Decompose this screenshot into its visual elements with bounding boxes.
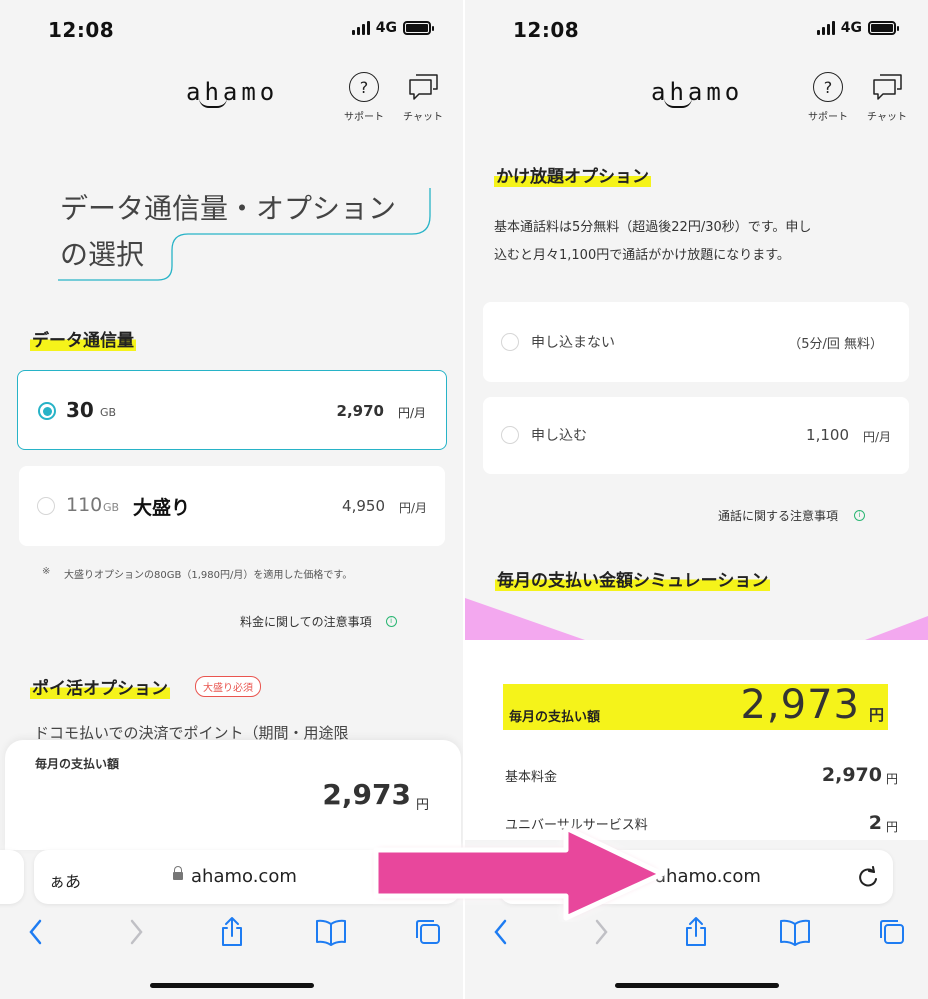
arrow-icon	[373, 825, 665, 921]
page-title: データ通信量・オプション の選択	[60, 186, 396, 278]
row-amount: 2	[868, 812, 882, 834]
simulation-card: 毎月の支払い額 2,973 円 基本料金 2,970 円 ユニバーサルサービス料…	[465, 640, 928, 840]
support-label: サポート	[344, 112, 384, 123]
battery-icon	[403, 21, 434, 35]
plan-unit: GB	[103, 501, 120, 514]
footer-unit: 円	[415, 798, 429, 813]
info-icon: i	[385, 616, 397, 627]
plan-note: 大盛りオプションの80GB（1,980円/月）を適用した価格です。	[64, 570, 353, 581]
plan-30gb-option[interactable]: 30 GB 2,970 円/月	[17, 370, 447, 450]
info-icon: i	[854, 510, 866, 521]
bookmarks-icon[interactable]	[315, 916, 347, 948]
chat-button[interactable]: チャット	[857, 72, 917, 123]
plan-price: 2,970	[336, 402, 384, 420]
plan-unit: GB	[100, 406, 117, 419]
home-indicator	[150, 983, 314, 988]
plan-radio-selected[interactable]	[38, 402, 56, 420]
lock-icon	[173, 866, 183, 882]
footer-amount: 2,973	[322, 778, 411, 811]
bookmarks-icon[interactable]	[779, 916, 811, 948]
kakehodai-section-title: かけ放題オプション	[494, 162, 651, 187]
share-icon[interactable]	[218, 916, 246, 948]
fee-notes-link[interactable]: 料金に関しての注意事項 i	[240, 613, 397, 630]
support-label: サポート	[808, 112, 848, 123]
title-line-2: の選択	[60, 238, 145, 271]
url-text[interactable]: ahamo.com	[191, 866, 297, 887]
option-label: 申し込む	[531, 428, 587, 444]
plan-extra: 大盛り	[133, 497, 191, 519]
chat-label: チャット	[867, 112, 907, 123]
reload-icon[interactable]	[857, 866, 879, 888]
call-option-apply[interactable]: 申し込む 1,100 円/月	[483, 397, 909, 474]
forward-icon[interactable]	[126, 916, 146, 948]
logo-smile	[199, 98, 227, 108]
call-option-none[interactable]: 申し込まない （5分/回 無料）	[483, 302, 909, 382]
status-indicators: 4G	[816, 20, 899, 36]
chat-button[interactable]: チャット	[393, 72, 453, 123]
option-radio[interactable]	[501, 426, 519, 444]
call-notes-link[interactable]: 通話に関する注意事項 i	[718, 507, 866, 524]
status-time: 12:08	[48, 18, 115, 42]
network-label: 4G	[840, 20, 862, 36]
question-icon: ?	[813, 72, 843, 102]
footer-label: 毎月の支払い額	[35, 757, 120, 771]
home-indicator	[615, 983, 779, 988]
option-label: 申し込まない	[531, 335, 615, 351]
status-time: 12:08	[513, 18, 580, 42]
total-unit: 円	[868, 706, 884, 724]
total-amount: 2,973	[740, 682, 860, 728]
status-indicators: 4G	[351, 20, 434, 36]
data-section-title: データ通信量	[30, 326, 136, 351]
pink-decoration	[465, 598, 928, 640]
support-button[interactable]: ? サポート	[798, 72, 858, 123]
simulation-section-title: 毎月の支払い金額シミュレーション	[495, 566, 771, 591]
total-label: 毎月の支払い額	[509, 710, 601, 725]
kakehodai-desc-line-2: 込むと月々1,100円で通話がかけ放題になります。	[494, 248, 790, 263]
network-label: 4G	[375, 20, 397, 36]
plan-amount: 30	[66, 398, 94, 422]
kakehodai-description: 基本通話料は5分無料（超過後22円/30秒）です。申し 込むと月々1,100円で…	[494, 214, 811, 270]
title-line-1: データ通信量・オプション	[60, 192, 397, 225]
chat-icon	[409, 74, 438, 100]
question-icon: ?	[349, 72, 379, 102]
tabs-icon[interactable]	[877, 916, 907, 948]
chat-icon	[873, 74, 902, 100]
share-icon[interactable]	[682, 916, 710, 948]
signal-icon	[351, 21, 370, 35]
option-radio[interactable]	[501, 333, 519, 351]
plan-radio[interactable]	[37, 497, 55, 515]
row-amount: 2,970	[821, 764, 882, 786]
poi-required-badge: 大盛り必須	[195, 676, 261, 697]
note-mark: ※	[42, 566, 51, 577]
plan-price: 4,950	[342, 497, 385, 515]
battery-icon	[868, 21, 899, 35]
adjacent-tab-bar[interactable]	[0, 850, 24, 904]
plan-amount: 110	[66, 494, 103, 516]
plan-price-unit: 円/月	[398, 501, 427, 515]
signal-icon	[816, 21, 835, 35]
chat-label: チャット	[403, 112, 443, 123]
total-highlight: 毎月の支払い額 2,973 円	[503, 682, 888, 730]
kakehodai-desc-line-1: 基本通話料は5分無料（超過後22円/30秒）です。申し	[494, 220, 812, 235]
plan-price-unit: 円/月	[397, 406, 426, 420]
call-notes-label: 通話に関する注意事項	[718, 509, 839, 523]
text-size-button[interactable]: ぁあ	[49, 868, 81, 892]
fee-notes-label: 料金に関しての注意事項	[240, 615, 372, 629]
support-button[interactable]: ? サポート	[334, 72, 394, 123]
row-unit: 円	[885, 820, 898, 834]
plan-110gb-option[interactable]: 110 GB 大盛り 4,950 円/月	[19, 466, 445, 546]
row-label: 基本料金	[505, 770, 558, 785]
option-price: （5分/回 無料）	[788, 337, 883, 352]
option-price: 1,100	[806, 426, 849, 444]
back-icon[interactable]	[26, 916, 46, 948]
logo-smile	[664, 98, 692, 108]
poi-section-title: ポイ活オプション	[30, 674, 170, 699]
option-price-unit: 円/月	[862, 430, 891, 444]
row-unit: 円	[885, 772, 898, 786]
